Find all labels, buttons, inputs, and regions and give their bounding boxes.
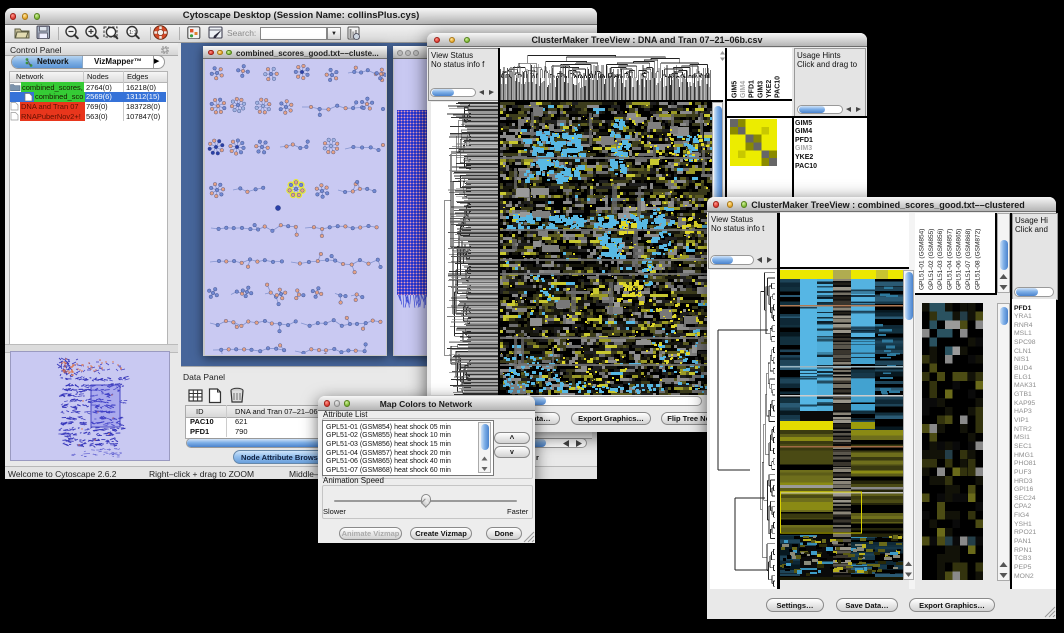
svg-text:YKE2: YKE2	[766, 80, 773, 98]
svg-text:GPL51-01 (GSM854): GPL51-01 (GSM854)	[919, 229, 926, 290]
svg-text:PAC10: PAC10	[775, 76, 782, 98]
svg-text:GPL51-03 (GSM856): GPL51-03 (GSM856)	[937, 229, 944, 290]
svg-text:GPL51-06 (GSM865): GPL51-06 (GSM865)	[956, 229, 963, 290]
svg-text:GPL51-08 (GSM872): GPL51-08 (GSM872)	[974, 229, 981, 290]
svg-text:GIM4: GIM4	[740, 81, 747, 98]
svg-text:PFD1: PFD1	[749, 80, 756, 98]
svg-text:GPL51-02 (GSM855): GPL51-02 (GSM855)	[928, 229, 935, 290]
svg-text:GIM3: GIM3	[757, 81, 764, 98]
svg-text:GPL51-04 (GSM857): GPL51-04 (GSM857)	[946, 229, 953, 290]
svg-text:GIM5: GIM5	[732, 81, 739, 98]
svg-text:GPL51-07 (GSM868): GPL51-07 (GSM868)	[965, 229, 972, 290]
